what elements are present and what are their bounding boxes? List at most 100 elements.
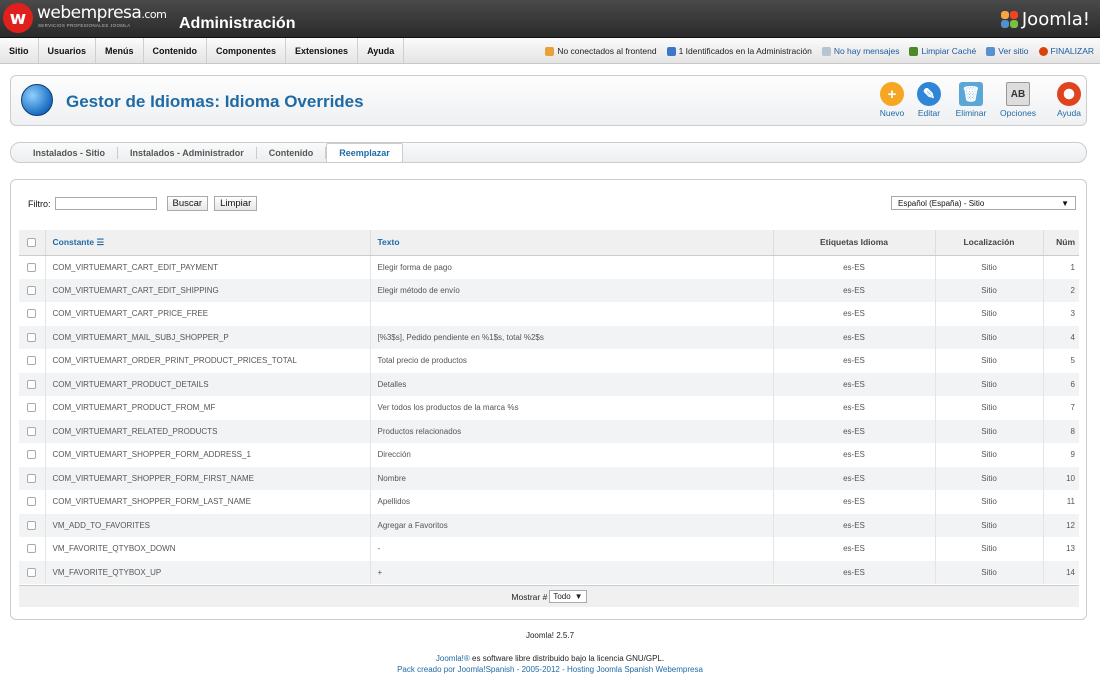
logout-link[interactable]: FINALIZAR <box>1038 46 1094 56</box>
table-row: COM_VIRTUEMART_MAIL_SUBJ_SHOPPER_P [%3$s]… <box>19 325 1079 349</box>
override-text: - <box>370 537 774 561</box>
constant-link[interactable]: COM_VIRTUEMART_MAIL_SUBJ_SHOPPER_P <box>45 325 371 349</box>
row-checkbox[interactable] <box>27 332 37 342</box>
language-tag: es-ES <box>773 466 936 490</box>
row-checkbox-cell <box>19 513 46 537</box>
credits-link[interactable]: Pack creado por Joomla!Spanish - 2005-20… <box>0 665 1100 674</box>
constant-link[interactable]: COM_VIRTUEMART_SHOPPER_FORM_LAST_NAME <box>45 490 371 514</box>
dropdown-arrow-icon: ▼ <box>574 592 583 601</box>
location: Sitio <box>935 443 1044 467</box>
menu-sitio[interactable]: Sitio <box>0 38 39 63</box>
clear-button[interactable]: Limpiar <box>214 196 258 211</box>
row-checkbox[interactable] <box>27 309 37 319</box>
row-number: 13 <box>1066 544 1075 554</box>
lifebuoy-icon <box>1057 82 1081 106</box>
row-checkbox[interactable] <box>27 426 37 436</box>
constant-link[interactable]: VM_FAVORITE_QTYBOX_UP <box>45 560 371 584</box>
row-checkbox-cell <box>19 255 46 279</box>
row-checkbox-cell <box>19 419 46 443</box>
search-button[interactable]: Buscar <box>166 196 209 211</box>
pagination: Mostrar # Todo ▼ <box>19 585 1079 607</box>
edit-button[interactable]: ✎ Editar <box>910 82 948 118</box>
location: Sitio <box>935 372 1044 396</box>
clear-cache-link[interactable]: Limpiar Caché <box>909 46 976 56</box>
view-site-link[interactable]: Ver sitio <box>986 46 1029 56</box>
content-box: Filtro: Buscar Limpiar Español (España) … <box>10 179 1087 620</box>
row-checkbox[interactable] <box>27 520 37 530</box>
menu-usuarios[interactable]: Usuarios <box>39 38 97 63</box>
table-row: VM_ADD_TO_FAVORITES Agregar a Favoritos es… <box>19 513 1079 537</box>
language-tag: es-ES <box>773 302 936 326</box>
delete-button[interactable]: 🗑 Eliminar <box>952 82 990 118</box>
constant-link[interactable]: COM_VIRTUEMART_SHOPPER_FORM_ADDRESS_1 <box>45 443 371 467</box>
column-num: Núm <box>1043 230 1079 256</box>
tab-content[interactable]: Contenido <box>257 146 327 159</box>
broom-icon <box>909 46 919 56</box>
row-number: 10 <box>1043 466 1079 490</box>
joomla-logo-icon <box>1000 11 1018 28</box>
row-checkbox[interactable] <box>27 450 37 460</box>
limit-select[interactable]: Todo ▼ <box>549 590 587 603</box>
override-text: Elegir forma de pago <box>370 255 774 279</box>
row-checkbox[interactable] <box>27 544 37 554</box>
constant-link[interactable]: VM_ADD_TO_FAVORITES <box>45 513 371 537</box>
options-button[interactable]: AB Opciones <box>999 82 1037 118</box>
filter-input[interactable] <box>54 197 157 210</box>
row-checkbox[interactable] <box>27 285 37 295</box>
menu-menus[interactable]: Menús <box>96 38 144 63</box>
column-constant[interactable]: Constante ☰ <box>45 230 371 256</box>
location: Sitio <box>935 396 1044 420</box>
override-text: Apellidos <box>370 490 774 514</box>
row-checkbox[interactable] <box>27 403 37 413</box>
table-row: COM_VIRTUEMART_RELATED_PRODUCTS Productos… <box>19 419 1079 443</box>
column-text[interactable]: Texto <box>370 230 774 256</box>
row-number: 14 <box>1043 560 1079 584</box>
constant-link[interactable]: COM_VIRTUEMART_CART_EDIT_SHIPPING <box>45 278 371 302</box>
user-icon <box>666 46 676 56</box>
menu-extensiones[interactable]: Extensiones <box>286 38 359 63</box>
row-checkbox[interactable] <box>27 567 37 577</box>
location: Sitio <box>935 537 1044 561</box>
row-checkbox[interactable] <box>27 497 37 507</box>
override-text <box>370 302 774 326</box>
header: w webempresa.com SERVICIOS PROFESIONALES… <box>0 0 1100 38</box>
menu-componentes[interactable]: Componentes <box>207 38 287 63</box>
messages-link[interactable]: No hay mensajes <box>821 46 899 56</box>
table-row: VM_FAVORITE_QTYBOX_DOWN - es-ES Sitio 13 <box>19 537 1079 561</box>
table-row: COM_VIRTUEMART_CART_EDIT_SHIPPING Elegir … <box>19 278 1079 302</box>
footer: Joomla! 2.5.7 Joomla!® es software libre… <box>0 631 1100 674</box>
new-button[interactable]: + Nuevo <box>873 82 911 118</box>
users-icon <box>545 46 555 56</box>
constant-link[interactable]: COM_VIRTUEMART_ORDER_PRINT_PRODUCT_PRICE… <box>45 349 371 373</box>
help-button[interactable]: Ayuda <box>1050 82 1088 118</box>
location: Sitio <box>935 419 1044 443</box>
constant-link[interactable]: COM_VIRTUEMART_CART_PRICE_FREE <box>45 302 371 326</box>
joomla-link[interactable]: Joomla!® <box>436 654 470 663</box>
constant-link[interactable]: COM_VIRTUEMART_PRODUCT_FROM_MF <box>45 396 371 420</box>
row-checkbox[interactable] <box>27 262 37 272</box>
limit-label: Mostrar # <box>511 591 548 602</box>
select-all-checkbox[interactable] <box>27 238 37 248</box>
sort-asc-icon: ☰ <box>96 236 105 247</box>
language-select[interactable]: Español (España) - Sitio ▼ <box>891 196 1076 210</box>
tab-installed-site[interactable]: Instalados - Sitio <box>21 146 119 159</box>
constant-link[interactable]: COM_VIRTUEMART_PRODUCT_DETAILS <box>45 372 371 396</box>
row-checkbox[interactable] <box>27 356 37 366</box>
location: Sitio <box>935 349 1044 373</box>
row-checkbox-cell <box>19 443 46 467</box>
table-row: COM_VIRTUEMART_PRODUCT_DETAILS Detalles es… <box>19 372 1079 396</box>
menu-ayuda[interactable]: Ayuda <box>358 38 405 63</box>
constant-link[interactable]: COM_VIRTUEMART_CART_EDIT_PAYMENT <box>45 255 371 279</box>
language-tag: es-ES <box>773 490 936 514</box>
row-checkbox[interactable] <box>27 379 37 389</box>
row-checkbox[interactable] <box>27 473 37 483</box>
status-bar: No conectados al frontend 1 Identificado… <box>545 38 1094 64</box>
constant-link[interactable]: COM_VIRTUEMART_SHOPPER_FORM_FIRST_NAME <box>45 466 371 490</box>
constant-link[interactable]: COM_VIRTUEMART_RELATED_PRODUCTS <box>45 419 371 443</box>
menu-contenido[interactable]: Contenido <box>144 38 208 63</box>
tab-installed-admin[interactable]: Instalados - Administrador <box>118 146 257 159</box>
tab-overrides[interactable]: Reemplazar <box>326 142 403 163</box>
overrides-table: Constante ☰ Texto Etiquetas Idioma Local… <box>19 230 1079 584</box>
row-number: 12 <box>1043 513 1079 537</box>
constant-link[interactable]: VM_FAVORITE_QTYBOX_DOWN <box>45 537 371 561</box>
